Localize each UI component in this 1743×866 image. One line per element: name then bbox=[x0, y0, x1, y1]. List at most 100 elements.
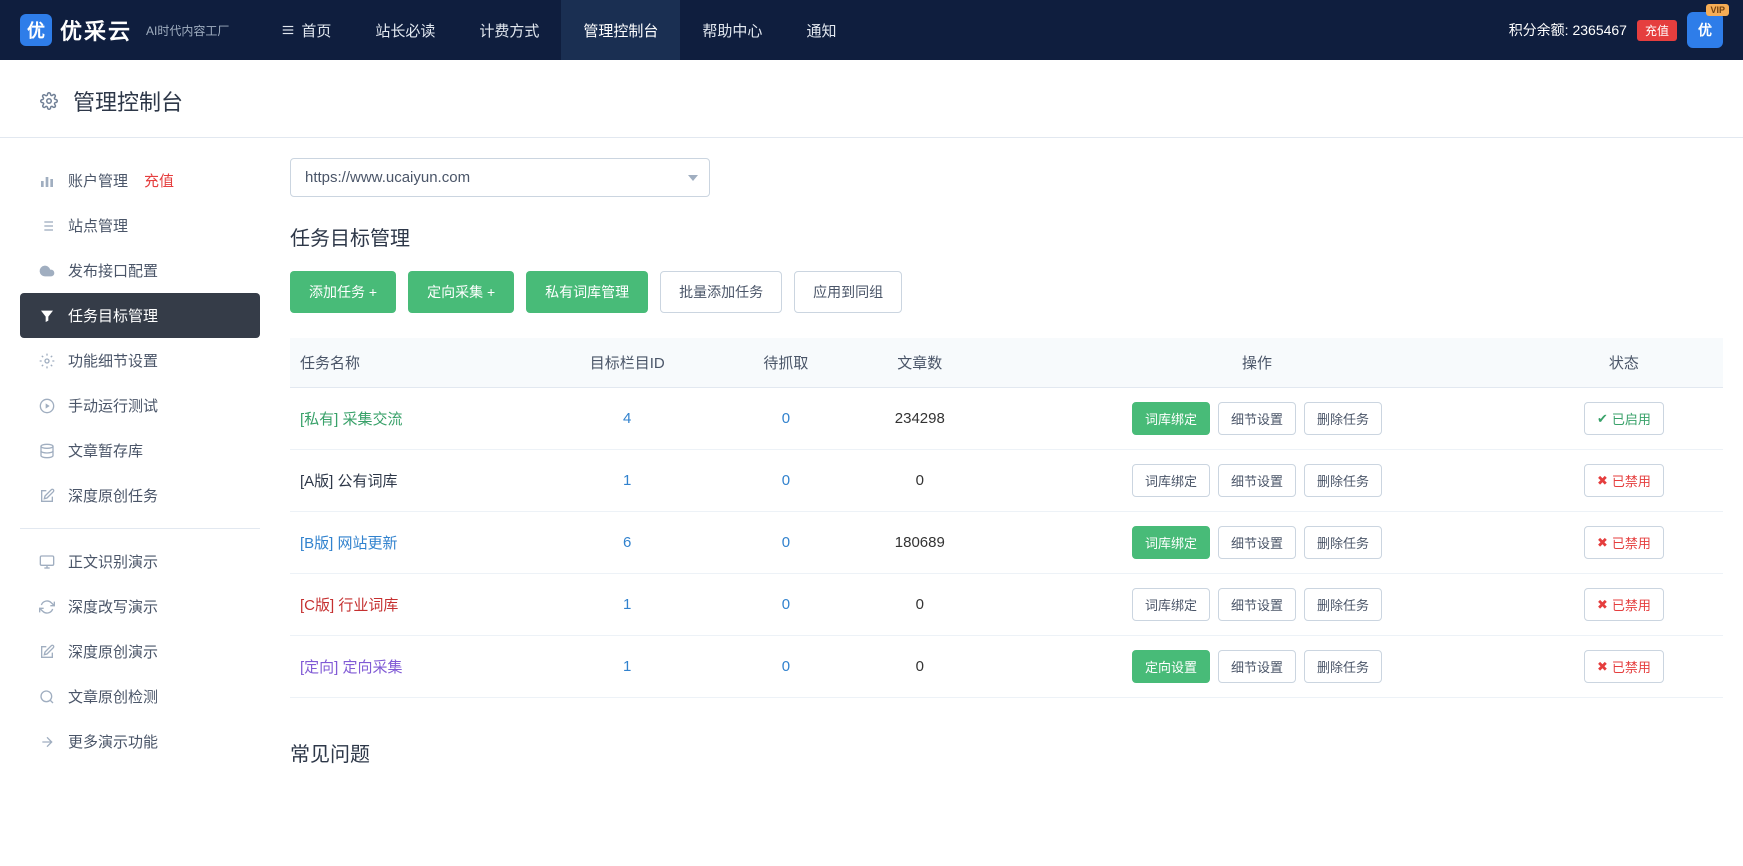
detail-setting-button[interactable]: 细节设置 bbox=[1218, 588, 1296, 621]
monitor-icon bbox=[38, 553, 56, 571]
sidebar-item-label: 更多演示功能 bbox=[68, 731, 158, 752]
pending-count: 0 bbox=[721, 388, 850, 450]
refresh-icon bbox=[38, 598, 56, 616]
bind-lexicon-button[interactable]: 词库绑定 bbox=[1132, 402, 1210, 435]
delete-task-button[interactable]: 删除任务 bbox=[1304, 526, 1382, 559]
apply-group-button[interactable]: 应用到同组 bbox=[794, 271, 902, 313]
status-label: 已禁用 bbox=[1612, 595, 1651, 614]
sidebar-item[interactable]: 深度原创演示 bbox=[20, 629, 260, 674]
share-icon bbox=[38, 733, 56, 751]
bind-lexicon-button[interactable]: 词库绑定 bbox=[1132, 588, 1210, 621]
delete-task-button[interactable]: 删除任务 bbox=[1304, 650, 1382, 683]
task-name-link[interactable]: 行业词库 bbox=[338, 597, 398, 614]
edit-icon bbox=[38, 643, 56, 661]
task-table: 任务名称目标栏目ID待抓取文章数操作状态 [私有] 采集交流40234298词库… bbox=[290, 338, 1723, 698]
vip-badge-icon: VIP bbox=[1706, 4, 1729, 16]
detail-setting-button[interactable]: 细节设置 bbox=[1218, 650, 1296, 683]
sidebar-item[interactable]: 功能细节设置 bbox=[20, 338, 260, 383]
x-icon: ✖ bbox=[1597, 535, 1608, 551]
status-toggle[interactable]: ✖ 已禁用 bbox=[1584, 464, 1664, 497]
status-toggle[interactable]: ✔ 已启用 bbox=[1584, 402, 1664, 435]
task-name-link[interactable]: 定向采集 bbox=[343, 659, 403, 676]
table-header: 文章数 bbox=[850, 338, 989, 388]
section-title: 任务目标管理 bbox=[290, 222, 1723, 251]
delete-task-button[interactable]: 删除任务 bbox=[1304, 464, 1382, 497]
task-name-link[interactable]: 采集交流 bbox=[343, 411, 403, 428]
x-icon: ✖ bbox=[1597, 473, 1608, 489]
directed-setting-button[interactable]: 定向设置 bbox=[1132, 650, 1210, 683]
sidebar-item-label: 深度原创任务 bbox=[68, 485, 158, 506]
nav-item[interactable]: 帮助中心 bbox=[680, 0, 784, 60]
task-tag: [定向] bbox=[300, 659, 343, 676]
sidebar-item[interactable]: 账户管理充值 bbox=[20, 158, 260, 203]
check-icon: ✔ bbox=[1597, 411, 1608, 427]
sidebar-item-label: 正文识别演示 bbox=[68, 551, 158, 572]
domain-select[interactable]: https://www.ucaiyun.com bbox=[290, 158, 710, 197]
brand-name: 优采云 bbox=[60, 14, 132, 46]
nav-item[interactable]: 通知 bbox=[784, 0, 858, 60]
bind-lexicon-button[interactable]: 词库绑定 bbox=[1132, 464, 1210, 497]
status-toggle[interactable]: ✖ 已禁用 bbox=[1584, 526, 1664, 559]
sidebar-item[interactable]: 发布接口配置 bbox=[20, 248, 260, 293]
detail-setting-button[interactable]: 细节设置 bbox=[1218, 402, 1296, 435]
column-id: 1 bbox=[533, 636, 721, 698]
batch-add-button[interactable]: 批量添加任务 bbox=[660, 271, 782, 313]
task-name-link[interactable]: 公有词库 bbox=[338, 473, 398, 490]
nav-item[interactable]: 计费方式 bbox=[457, 0, 561, 60]
detail-setting-button[interactable]: 细节设置 bbox=[1218, 526, 1296, 559]
cloud-icon bbox=[38, 262, 56, 280]
nav-item[interactable]: 管理控制台 bbox=[561, 0, 680, 60]
task-name-link[interactable]: 网站更新 bbox=[338, 535, 398, 552]
cogs-icon bbox=[38, 352, 56, 370]
gear-icon bbox=[40, 92, 58, 110]
sidebar-separator bbox=[20, 528, 260, 529]
sidebar-item[interactable]: 更多演示功能 bbox=[20, 719, 260, 764]
sidebar-item[interactable]: 文章暂存库 bbox=[20, 428, 260, 473]
nav-item-label: 计费方式 bbox=[479, 20, 539, 41]
task-tag: [私有] bbox=[300, 411, 343, 428]
add-task-button[interactable]: 添加任务 + bbox=[290, 271, 396, 313]
sidebar-item-label: 发布接口配置 bbox=[68, 260, 158, 281]
detail-setting-button[interactable]: 细节设置 bbox=[1218, 464, 1296, 497]
table-header: 目标栏目ID bbox=[533, 338, 721, 388]
nav-item-label: 站长必读 bbox=[375, 20, 435, 41]
status-toggle[interactable]: ✖ 已禁用 bbox=[1584, 588, 1664, 621]
status-label: 已禁用 bbox=[1612, 533, 1651, 552]
sidebar-item[interactable]: 站点管理 bbox=[20, 203, 260, 248]
status-toggle[interactable]: ✖ 已禁用 bbox=[1584, 650, 1664, 683]
user-avatar[interactable]: 优 VIP bbox=[1687, 12, 1723, 48]
recharge-button[interactable]: 充值 bbox=[1637, 20, 1677, 41]
nav-item[interactable]: 站长必读 bbox=[353, 0, 457, 60]
sidebar-item-label: 账户管理 bbox=[68, 170, 128, 191]
sidebar-item[interactable]: 深度改写演示 bbox=[20, 584, 260, 629]
article-count: 0 bbox=[850, 574, 989, 636]
status-label: 已启用 bbox=[1612, 409, 1651, 428]
top-nav: 优 优采云 AI时代内容工厂 首页站长必读计费方式管理控制台帮助中心通知 积分余… bbox=[0, 0, 1743, 60]
bar-chart-icon bbox=[38, 172, 56, 190]
sidebar-item-label: 文章原创检测 bbox=[68, 686, 158, 707]
sidebar-item[interactable]: 正文识别演示 bbox=[20, 539, 260, 584]
menu-icon bbox=[281, 23, 295, 37]
database-icon bbox=[38, 442, 56, 460]
main-content: https://www.ucaiyun.com 任务目标管理 添加任务 + 定向… bbox=[290, 158, 1723, 787]
nav-item[interactable]: 首页 bbox=[259, 0, 353, 60]
sidebar-item-label: 深度改写演示 bbox=[68, 596, 158, 617]
private-lexicon-button[interactable]: 私有词库管理 bbox=[526, 271, 648, 313]
article-count: 0 bbox=[850, 636, 989, 698]
directed-collect-button[interactable]: 定向采集 + bbox=[408, 271, 514, 313]
sidebar-item[interactable]: 文章原创检测 bbox=[20, 674, 260, 719]
table-row: [C版] 行业词库100词库绑定细节设置删除任务✖ 已禁用 bbox=[290, 574, 1723, 636]
sidebar-item[interactable]: 手动运行测试 bbox=[20, 383, 260, 428]
nav-item-label: 帮助中心 bbox=[702, 20, 762, 41]
play-icon bbox=[38, 397, 56, 415]
nav-item-label: 首页 bbox=[301, 20, 331, 41]
task-tag: [C版] bbox=[300, 597, 338, 614]
bind-lexicon-button[interactable]: 词库绑定 bbox=[1132, 526, 1210, 559]
sidebar-item[interactable]: 深度原创任务 bbox=[20, 473, 260, 518]
points-value: 2365467 bbox=[1572, 22, 1627, 38]
brand-logo[interactable]: 优 优采云 AI时代内容工厂 bbox=[20, 14, 229, 46]
delete-task-button[interactable]: 删除任务 bbox=[1304, 402, 1382, 435]
article-count: 0 bbox=[850, 450, 989, 512]
sidebar-item[interactable]: 任务目标管理 bbox=[20, 293, 260, 338]
delete-task-button[interactable]: 删除任务 bbox=[1304, 588, 1382, 621]
